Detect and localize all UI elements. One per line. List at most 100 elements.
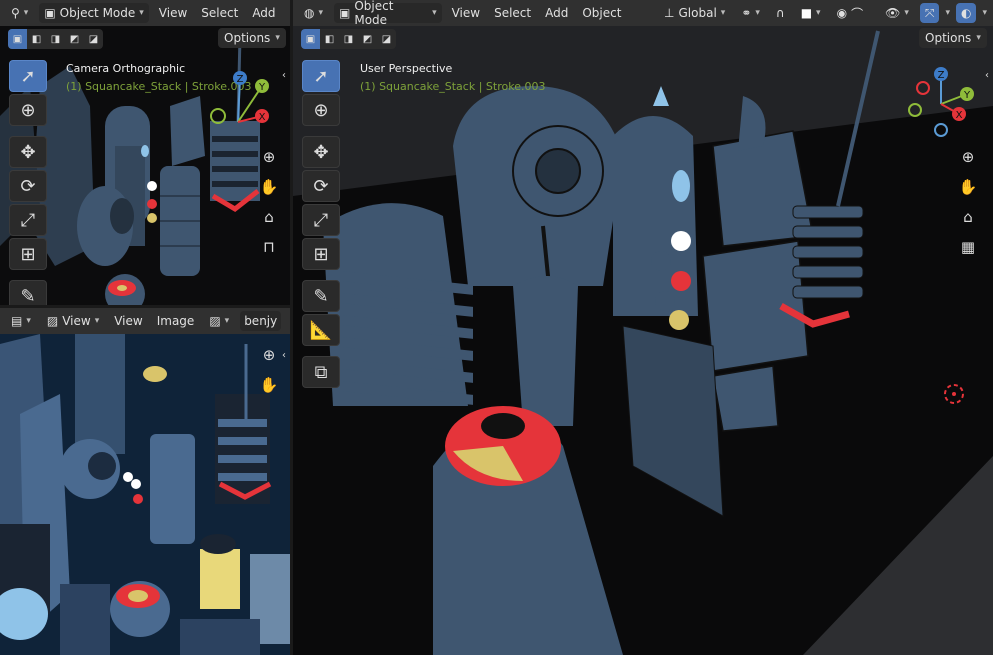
add-cube-tool[interactable]: ⧉ bbox=[302, 356, 340, 388]
view-mode-dropdown[interactable]: ▨ View ▾ bbox=[42, 311, 104, 331]
select-box-tool[interactable]: ➚ bbox=[302, 60, 340, 92]
select-intersect-icon[interactable]: ◪ bbox=[377, 29, 396, 49]
annotate-tool[interactable]: ✎ bbox=[9, 280, 47, 306]
chevron-down-icon: ▾ bbox=[904, 8, 909, 18]
editor-type-button[interactable]: ⚲ ▾ bbox=[6, 3, 33, 23]
transform-tool[interactable]: ⊞ bbox=[302, 238, 340, 270]
select-extend-icon[interactable]: ◧ bbox=[27, 29, 46, 49]
annotate-tool[interactable]: ✎ bbox=[302, 280, 340, 312]
axis-gizmo[interactable]: Z Y X bbox=[903, 66, 979, 142]
menu-view[interactable]: View bbox=[448, 6, 484, 20]
move-tool[interactable]: ✥ bbox=[9, 136, 47, 168]
select-box-tool[interactable]: ➚ bbox=[9, 60, 47, 92]
scale-tool[interactable]: ⤢ bbox=[302, 204, 340, 236]
3d-cursor-icon[interactable] bbox=[943, 383, 965, 405]
editor-type-button[interactable]: ▤ ▾ bbox=[6, 311, 36, 331]
chevron-down-icon[interactable]: ▾ bbox=[982, 8, 987, 18]
area-divider-horizontal[interactable] bbox=[0, 305, 290, 308]
main-3d-viewport[interactable]: ▣ ◧ ◨ ◩ ◪ Options ▾ ➚ ⊕ ✥ ⟳ ⤢ ⊞ ✎ 📐 ⧉ Use… bbox=[293, 26, 993, 655]
transform-tool[interactable]: ⊞ bbox=[9, 238, 47, 270]
falloff-icon: ⌒ bbox=[851, 6, 864, 21]
crosshair-icon: ⊕ bbox=[20, 99, 36, 121]
hand-pan-icon[interactable]: ✋ bbox=[258, 374, 280, 396]
chevron-down-icon: ▾ bbox=[275, 33, 280, 43]
select-difference-icon[interactable]: ◩ bbox=[65, 29, 84, 49]
gizmo-toggle[interactable]: ⤧ bbox=[919, 3, 940, 23]
chevron-down-icon: ▾ bbox=[26, 316, 31, 326]
camera-icon[interactable]: ⌂ bbox=[957, 206, 979, 228]
render-image-view[interactable]: ⊕ ✋ ‹ bbox=[0, 334, 290, 655]
chevron-down-icon: ▾ bbox=[224, 316, 230, 326]
hand-pan-icon[interactable]: ✋ bbox=[957, 176, 979, 198]
select-difference-icon[interactable]: ◩ bbox=[358, 29, 377, 49]
move-tool[interactable]: ✥ bbox=[302, 136, 340, 168]
mode-dropdown[interactable]: ▣ Object Mode ▾ bbox=[334, 0, 442, 27]
gizmo-icon: ⤧ bbox=[924, 5, 935, 20]
object-mode-icon: ▣ bbox=[44, 6, 56, 20]
menu-add[interactable]: Add bbox=[541, 6, 572, 20]
camera-icon[interactable]: ⌂ bbox=[258, 206, 280, 228]
chevron-down-icon: ▾ bbox=[816, 8, 821, 18]
options-dropdown[interactable]: Options ▾ bbox=[919, 28, 987, 48]
orientation-icon: ⊥ bbox=[664, 6, 675, 20]
zoom-icon[interactable]: ⊕ bbox=[957, 146, 979, 168]
editor-type-button[interactable]: ◍ ▾ bbox=[299, 3, 328, 23]
select-intersect-icon[interactable]: ◪ bbox=[84, 29, 103, 49]
sidebar-toggle-icon[interactable]: ‹ bbox=[981, 64, 993, 86]
menu-object[interactable]: Object bbox=[578, 6, 625, 20]
lock-icon[interactable]: ⊓ bbox=[258, 236, 280, 258]
menu-select[interactable]: Select bbox=[197, 6, 242, 20]
overlay-toggle[interactable]: ◐ bbox=[955, 3, 977, 23]
rotate-tool[interactable]: ⟳ bbox=[9, 170, 47, 202]
zoom-icon[interactable]: ⊕ bbox=[258, 146, 280, 168]
pivot-icon: ⚭ bbox=[741, 6, 752, 20]
pivot-dropdown[interactable]: ⚭ ▾ bbox=[736, 3, 765, 23]
zoom-icon[interactable]: ⊕ bbox=[258, 344, 280, 366]
grid-icon[interactable]: ▦ bbox=[957, 236, 979, 258]
selection-mode-group[interactable]: ▣ ◧ ◨ ◩ ◪ bbox=[8, 29, 103, 49]
hand-pan-icon[interactable]: ✋ bbox=[258, 176, 280, 198]
sidebar-toggle-icon[interactable]: ‹ bbox=[278, 344, 290, 366]
object-mode-icon: ▣ bbox=[339, 6, 351, 20]
scale-tool[interactable]: ⤢ bbox=[9, 204, 47, 236]
transform-orientation-dropdown[interactable]: ⊥ Global ▾ bbox=[659, 3, 730, 23]
transform-icon: ⊞ bbox=[313, 243, 329, 265]
proportional-edit-toggle[interactable]: ◉ ⌒ bbox=[832, 3, 869, 23]
select-subtract-icon[interactable]: ◨ bbox=[339, 29, 358, 49]
select-new-icon[interactable]: ▣ bbox=[8, 29, 27, 49]
snap-target-dropdown[interactable]: ■ ▾ bbox=[796, 3, 826, 23]
chevron-down-icon: ▾ bbox=[755, 8, 760, 18]
rotate-tool[interactable]: ⟳ bbox=[302, 170, 340, 202]
menu-image[interactable]: Image bbox=[153, 314, 199, 328]
menu-select[interactable]: Select bbox=[490, 6, 535, 20]
mode-dropdown[interactable]: ▣ Object Mode ▾ bbox=[39, 3, 149, 23]
cursor-tool[interactable]: ⊕ bbox=[302, 94, 340, 126]
sidebar-toggle-icon[interactable]: ‹ bbox=[278, 64, 290, 86]
image-editor-header: ▤ ▾ ▨ View ▾ View Image ▨ ▾ benjy bbox=[0, 308, 290, 334]
chevron-down-icon[interactable]: ▾ bbox=[945, 8, 950, 18]
options-label: Options bbox=[224, 31, 271, 45]
gizmo-x-label: X bbox=[259, 112, 266, 123]
select-new-icon[interactable]: ▣ bbox=[301, 29, 320, 49]
measure-tool[interactable]: 📐 bbox=[302, 314, 340, 346]
menu-add[interactable]: Add bbox=[248, 6, 279, 20]
chevron-down-icon: ▾ bbox=[94, 316, 100, 326]
cursor-tool[interactable]: ⊕ bbox=[9, 94, 47, 126]
node-tree-icon: ⚲ bbox=[11, 6, 20, 20]
snap-toggle[interactable]: ∩ bbox=[771, 3, 790, 23]
select-extend-icon[interactable]: ◧ bbox=[320, 29, 339, 49]
options-dropdown[interactable]: Options ▾ bbox=[218, 28, 286, 48]
move-icon: ✥ bbox=[313, 141, 329, 163]
select-subtract-icon[interactable]: ◨ bbox=[46, 29, 65, 49]
menu-view[interactable]: View bbox=[155, 6, 191, 20]
image-name-field[interactable]: benjy bbox=[240, 311, 282, 331]
menu-view[interactable]: View bbox=[110, 314, 146, 328]
gizmo-z-label: Z bbox=[938, 70, 945, 81]
viewport-title: User Perspective bbox=[360, 62, 453, 75]
visibility-dropdown[interactable]: 👁 ▾ bbox=[880, 3, 914, 23]
toolbar: ➚ ⊕ ✥ ⟳ ⤢ ⊞ ✎ 📐 ⧉ bbox=[302, 60, 340, 388]
selection-mode-group[interactable]: ▣ ◧ ◨ ◩ ◪ bbox=[301, 29, 396, 49]
image-browse-button[interactable]: ▨ ▾ bbox=[204, 311, 234, 331]
axis-gizmo[interactable]: Z Y X bbox=[208, 70, 272, 134]
camera-viewport[interactable]: ▣ ◧ ◨ ◩ ◪ Options ▾ ➚ ⊕ ✥ ⟳ ⤢ ⊞ ✎ Camera … bbox=[0, 26, 290, 306]
